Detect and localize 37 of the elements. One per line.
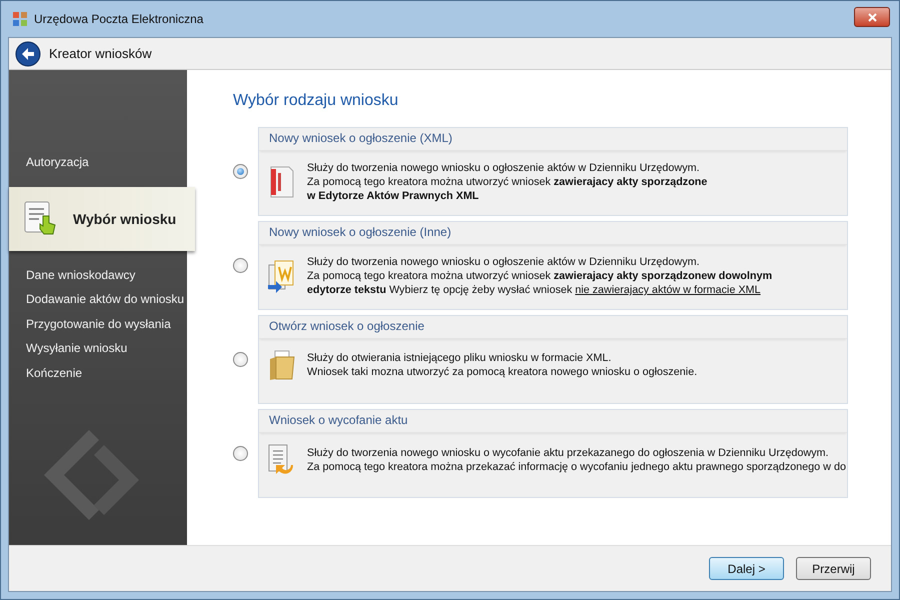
option-description: Za pomocą tego kreatora można utworzyć wniosek zawierajacy akty sporządzonew dowolnym (307, 269, 772, 283)
option-description: Za pomocą tego kreatora można przekazać informację o wycofaniu jednego aktu prawnego sporządzonego w do (307, 460, 846, 474)
option-title: Otwórz wniosek o ogłoszenie (259, 316, 847, 339)
option-link[interactable]: nie zawierajacy aktów w formacie XML (575, 284, 761, 296)
option-description: Wniosek taki mozna utworzyć za pomocą kreatora nowego wniosku o ogłoszenie. (307, 365, 698, 379)
option-description: Służy do otwierania istniejącego pliku wniosku w formacie XML. (307, 351, 612, 365)
cancel-button[interactable]: Przerwij (796, 557, 871, 580)
step-item: Dane wnioskodawcy (25, 266, 136, 284)
radio-button[interactable] (233, 446, 248, 461)
next-button[interactable]: Dalej > (709, 557, 784, 580)
option-description: edytorze tekstu Wybierz tę opcję żeby wysłać wniosek nie zawierajacy aktów w formacie XML (307, 283, 762, 297)
back-button[interactable] (15, 40, 41, 66)
option-description: Służy do tworzenia nowego wniosku o ogłoszenie aktów w Dzienniku Urzędowym. (307, 255, 700, 269)
option-title: Nowy wniosek o ogłoszenie (XML) (259, 128, 847, 151)
page-title: Wybór rodzaju wniosku (233, 92, 400, 110)
option-description: Służy do tworzenia nowego wniosku o ogłoszenie aktów w Dzienniku Urzędowym. (307, 161, 700, 175)
step-item: Kończenie (25, 364, 84, 382)
close-button[interactable] (854, 7, 890, 27)
close-icon (868, 12, 876, 22)
step-item: Wybór wniosku (9, 186, 195, 250)
window-title: Urzędowa Poczta Elektroniczna (34, 12, 204, 26)
radio-button[interactable] (233, 164, 248, 179)
step-item: Wysyłanie wniosku (25, 340, 128, 358)
step-item: Autoryzacja (25, 154, 90, 172)
option-title: Nowy wniosek o ogłoszenie (Inne) (259, 222, 847, 245)
step-item: Dodawanie aktów do wniosku (25, 291, 186, 308)
option-description: Za pomocą tego kreatora można utworzyć wniosek zawierajacy akty sporządzone (307, 175, 708, 189)
step-item: Przygotowanie do wysłania (25, 316, 172, 333)
radio-button[interactable] (233, 258, 248, 273)
folder-icon (267, 349, 297, 381)
option-description: w Edytorze Aktów Prawnych XML (307, 189, 480, 203)
option-description: Służy do tworzenia nowego wniosku o wycofanie aktu przekazanego do ogłoszenia w Dzienniku Urzędowym. (307, 446, 830, 460)
wizard-title: Kreator wniosków (49, 46, 152, 61)
option-title: Wniosek o wycofanie aktu (259, 410, 847, 433)
app-icon (12, 11, 28, 27)
document-icon (269, 165, 295, 199)
radio-button[interactable] (233, 352, 248, 367)
